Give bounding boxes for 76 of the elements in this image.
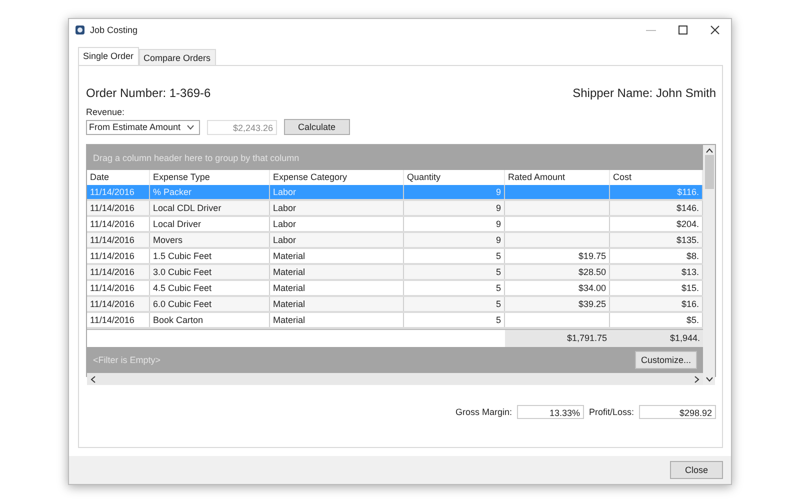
table-cell: 11/14/2016	[87, 313, 150, 327]
table-cell: $13.	[610, 265, 703, 279]
total-rated-amount: $1,791.75	[505, 330, 610, 347]
tab[interactable]: Single Order	[78, 47, 139, 66]
scroll-up-icon[interactable]	[706, 148, 712, 153]
table-cell: Local Driver	[150, 217, 270, 231]
table-cell: % Packer	[150, 185, 270, 199]
table-cell: Material	[270, 297, 404, 311]
table-cell: 11/14/2016	[87, 201, 150, 215]
scroll-thumb[interactable]	[704, 155, 714, 189]
tab[interactable]: Compare Orders	[138, 49, 216, 66]
close-button[interactable]: Close	[670, 461, 723, 479]
table-cell: Labor	[270, 201, 404, 215]
app-icon	[75, 25, 85, 35]
revenue-source-dropdown[interactable]: From Estimate Amount	[86, 120, 200, 134]
table-cell: $28.50	[505, 265, 610, 279]
window-title: Job Costing	[90, 25, 139, 35]
table-cell: 11/14/2016	[87, 297, 150, 311]
revenue-label: Revenue:	[86, 107, 126, 117]
table-cell: 5	[404, 313, 505, 327]
caret-icon	[187, 124, 194, 130]
table-cell: $116.	[610, 185, 703, 199]
table-cell: 9	[404, 201, 505, 215]
horizontal-scrollbar[interactable]	[87, 373, 703, 385]
table-cell: $135.	[610, 233, 703, 247]
table-cell: $16.	[610, 297, 703, 311]
table-cell: 5	[404, 249, 505, 263]
profit-loss-field[interactable]: $298.92	[639, 405, 716, 419]
table-cell: Book Carton	[150, 313, 270, 327]
group-panel-hint: Drag a column header here to group by that column	[93, 152, 300, 162]
table-cell: 11/14/2016	[87, 185, 150, 199]
total-cost: $1,944.	[610, 330, 703, 347]
profit-loss-label: Profit/Loss:	[588, 407, 634, 417]
table-cell: Material	[270, 249, 404, 263]
table-cell: 11/14/2016	[87, 217, 150, 231]
table-cell: 5	[404, 281, 505, 295]
table-cell: Local CDL Driver	[150, 201, 270, 215]
table-cell: Labor	[270, 185, 404, 199]
table-cell: 11/14/2016	[87, 265, 150, 279]
table-cell: Material	[270, 281, 404, 295]
table-cell: 3.0 Cubic Feet	[150, 265, 270, 279]
scroll-right-icon[interactable]	[694, 376, 700, 382]
table-cell: $39.25	[505, 297, 610, 311]
table-cell: 9	[404, 217, 505, 231]
table-cell: 5	[404, 297, 505, 311]
revenue-amount-field[interactable]: $2,243.26	[207, 120, 277, 134]
scroll-down-icon[interactable]	[706, 377, 712, 382]
column-header[interactable]: Cost	[610, 170, 703, 185]
close-icon[interactable]	[710, 25, 720, 35]
table-cell: 4.5 Cubic Feet	[150, 281, 270, 295]
table-cell: 1.5 Cubic Feet	[150, 249, 270, 263]
gross-margin-field[interactable]: 13.33%	[516, 405, 584, 419]
shipper-name: Shipper Name: John Smith	[572, 86, 716, 100]
customize-button[interactable]: Customize...	[634, 351, 697, 369]
scroll-left-icon[interactable]	[90, 376, 96, 382]
table-cell: Movers	[150, 233, 270, 247]
table-cell: 11/14/2016	[87, 233, 150, 247]
table-cell: Labor	[270, 233, 404, 247]
table-cell: Material	[270, 313, 404, 327]
table-cell: 11/14/2016	[87, 281, 150, 295]
order-number: Order Number: 1-369-6	[86, 86, 211, 100]
table-cell: Labor	[270, 217, 404, 231]
table-cell: $34.00	[505, 281, 610, 295]
column-header[interactable]: Quantity	[404, 170, 505, 185]
maximize-icon[interactable]	[678, 25, 688, 35]
table-cell: 6.0 Cubic Feet	[150, 297, 270, 311]
gross-margin-label: Gross Margin:	[455, 407, 512, 417]
table-cell: $19.75	[505, 249, 610, 263]
vertical-scrollbar[interactable]	[703, 145, 715, 385]
table-cell: 11/14/2016	[87, 249, 150, 263]
table-cell: $146.	[610, 201, 703, 215]
table-cell: 9	[404, 233, 505, 247]
table-cell: Material	[270, 265, 404, 279]
table-cell: 5	[404, 265, 505, 279]
calculate-button[interactable]: Calculate	[284, 119, 350, 135]
table-cell: 9	[404, 185, 505, 199]
